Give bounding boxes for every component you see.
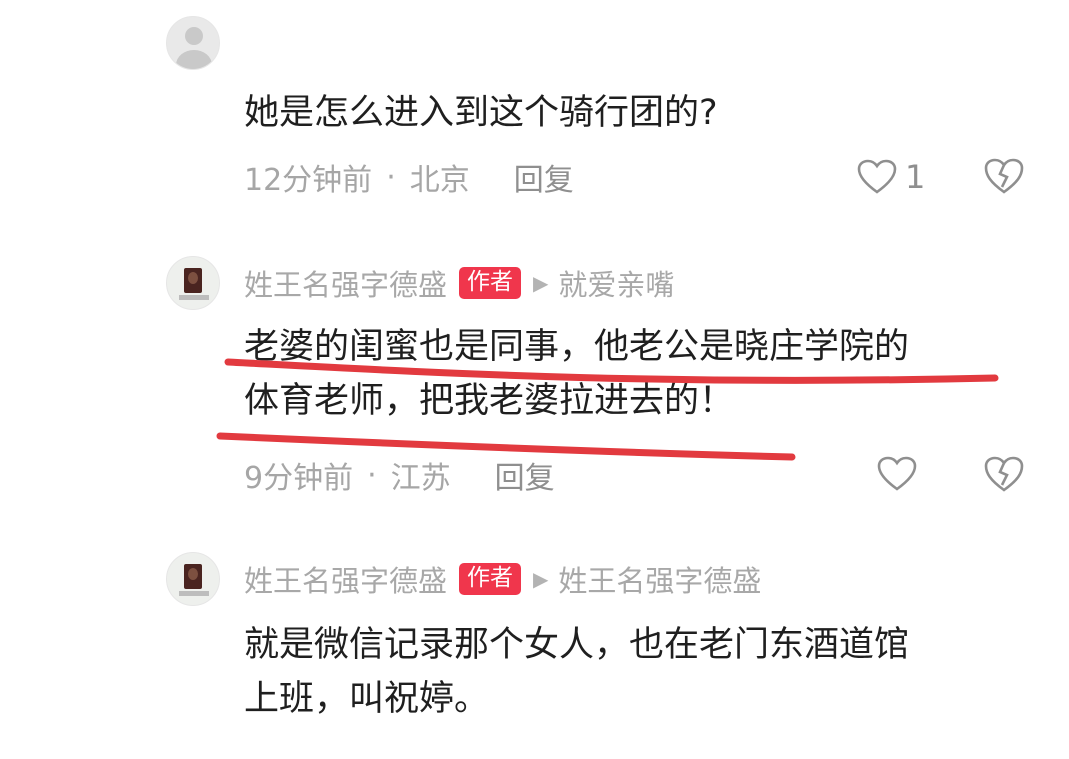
author-name[interactable]: 姓王名强字德盛 [244, 262, 447, 304]
reply-to-name[interactable]: 姓王名强字德盛 [558, 558, 761, 600]
comment-text-line: 就是微信记录那个女人，也在老门东酒道馆 [244, 625, 910, 665]
like-count: 1 [905, 158, 926, 196]
comment-text: 就是微信记录那个女人，也在老门东酒道馆 上班，叫祝婷。 [244, 618, 1044, 726]
comment-meta: 9分钟前 · 江苏 回复 [244, 453, 555, 497]
broken-heart-icon[interactable] [984, 157, 1024, 195]
user-placeholder-icon [185, 27, 203, 45]
play-triangle-icon: ▶ [533, 567, 549, 591]
heart-icon [857, 159, 897, 194]
author-name[interactable]: 姓王名强字德盛 [244, 558, 447, 600]
comment-text-line: 她是怎么进入到这个骑行团的? [244, 93, 718, 133]
avatar[interactable] [166, 16, 220, 70]
reply-button[interactable]: 回复 [495, 453, 555, 497]
play-triangle-icon: ▶ [533, 271, 549, 295]
comment-header: 姓王名强字德盛 作者 ▶ 就爱亲嘴 [244, 263, 674, 303]
comment-text-line: 上班，叫祝婷。 [244, 679, 490, 719]
comment-header: 姓王名强字德盛 作者 ▶ 姓王名强字德盛 [244, 559, 761, 599]
avatar[interactable] [166, 552, 220, 606]
comment-text-line: 老婆的闺蜜也是同事，他老公是晓庄学院的 [244, 327, 910, 367]
comment-text-line: 体育老师，把我老婆拉进去的！ [244, 381, 735, 421]
author-badge: 作者 [459, 563, 522, 595]
comment-location: 北京 [409, 163, 470, 198]
avatar[interactable] [166, 256, 220, 310]
author-badge: 作者 [459, 267, 522, 299]
heart-icon [877, 456, 917, 491]
comment-time: 12分钟前 [244, 163, 373, 198]
comment-time: 9分钟前 [244, 461, 354, 496]
reply-to-name[interactable]: 就爱亲嘴 [558, 262, 674, 304]
like-button[interactable]: 1 [857, 158, 925, 196]
reply-button[interactable]: 回复 [514, 155, 574, 199]
comment-text: 她是怎么进入到这个骑行团的? [244, 86, 1044, 140]
comment-location: 江苏 [390, 461, 451, 496]
comment-text: 老婆的闺蜜也是同事，他老公是晓庄学院的 体育老师，把我老婆拉进去的！ [244, 320, 1044, 428]
broken-heart-icon[interactable] [984, 455, 1024, 493]
comment-meta: 12分钟前 · 北京 回复 [244, 155, 574, 199]
like-button[interactable] [877, 456, 917, 492]
